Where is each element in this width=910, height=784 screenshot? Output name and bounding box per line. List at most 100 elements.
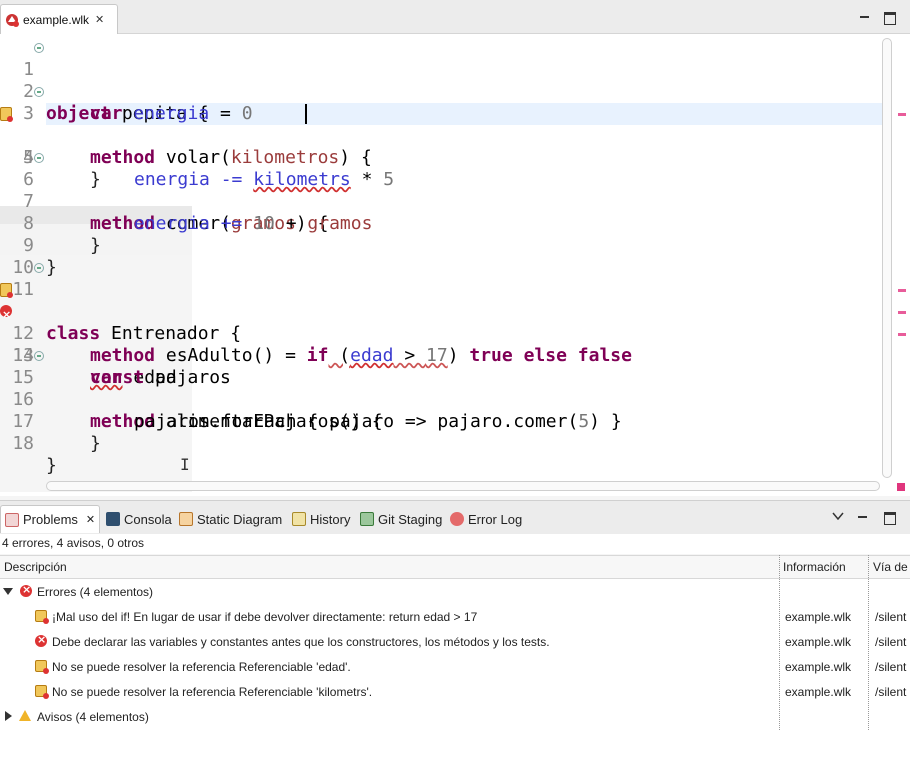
row-path: /silent xyxy=(875,635,907,649)
error-warning-marker-icon[interactable] xyxy=(0,107,13,122)
code-line: 9 } xyxy=(0,213,880,278)
code-line: 12 method esAdulto() = if (edad > 17) tr… xyxy=(0,279,880,366)
error-icon xyxy=(35,633,47,647)
code-line: 16 pajaros.forEach { pajaro => pajaro.co… xyxy=(0,367,880,432)
code-line: 7 energia += 10 + gramos xyxy=(0,169,880,234)
column-divider[interactable] xyxy=(868,555,869,730)
code-line: 10 xyxy=(0,235,880,278)
close-icon[interactable]: ✕ xyxy=(86,513,95,526)
row-description: No se puede resolver la referencia Refer… xyxy=(52,685,373,699)
fold-icon[interactable] xyxy=(34,153,44,163)
problems-icon xyxy=(5,512,19,527)
maximize-icon[interactable] xyxy=(882,10,896,25)
maximize-icon[interactable] xyxy=(882,510,896,525)
tab-console[interactable]: Consola xyxy=(102,505,176,533)
table-row[interactable]: Debe declarar las variables y constantes… xyxy=(0,629,910,654)
history-icon xyxy=(292,512,306,526)
problems-summary: 4 errores, 4 avisos, 0 otros xyxy=(0,534,910,554)
row-description: No se puede resolver la referencia Refer… xyxy=(52,660,351,674)
code-editor[interactable]: 1 object pepita { 2 var energia = 0 3 me… xyxy=(0,34,910,496)
code-line: 18 } xyxy=(0,411,880,476)
error-warning-icon xyxy=(35,610,49,624)
error-warning-icon xyxy=(35,660,49,674)
git-staging-icon xyxy=(360,512,374,526)
ibeam-cursor-icon: I xyxy=(180,455,190,474)
table-row[interactable]: No se puede resolver la referencia Refer… xyxy=(0,679,910,704)
row-resource: example.wlk xyxy=(785,660,852,674)
group-row-warnings[interactable]: Avisos (4 elementos) xyxy=(0,704,910,729)
collapsed-icon[interactable] xyxy=(5,711,12,721)
tab-error-log[interactable]: Error Log xyxy=(446,505,526,533)
row-path: /silent xyxy=(875,685,907,699)
code-line: 4 energia -= kilometrs * 5 xyxy=(0,103,880,190)
code-line: 8 } xyxy=(0,191,880,256)
error-log-icon xyxy=(450,512,464,526)
view-menu-icon[interactable] xyxy=(832,512,844,520)
column-header-description[interactable]: Descripción xyxy=(4,560,67,574)
column-divider[interactable] xyxy=(779,555,780,730)
error-icon xyxy=(20,583,32,597)
close-icon[interactable]: ✕ xyxy=(95,13,104,26)
panel-tab-bar: Problems ✕ Consola Static Diagram Histor… xyxy=(0,500,910,534)
tab-example-wlk[interactable]: example.wlk ✕ xyxy=(0,4,118,34)
tab-label: example.wlk xyxy=(23,12,90,27)
group-row-errors[interactable]: Errores (4 elementos) xyxy=(0,579,910,604)
wollok-file-icon xyxy=(6,13,19,27)
minimize-icon[interactable] xyxy=(856,510,870,524)
tab-label: History xyxy=(310,511,351,527)
overview-ruler-mark[interactable] xyxy=(898,333,906,336)
line-number: 18 xyxy=(12,433,34,454)
code-line: 14 const pajaros xyxy=(0,323,880,388)
problems-table-header: Descripción Información Vía de xyxy=(0,555,910,579)
horizontal-scrollbar[interactable] xyxy=(46,481,880,491)
warning-icon xyxy=(19,710,31,721)
row-description: Debe declarar las variables y constantes… xyxy=(52,635,550,649)
overview-ruler-mark[interactable] xyxy=(898,289,906,292)
fold-icon[interactable] xyxy=(34,43,44,53)
text-cursor xyxy=(305,104,307,124)
editor-tab-bar: example.wlk ✕ xyxy=(0,0,910,34)
tab-git-staging[interactable]: Git Staging xyxy=(356,505,446,533)
column-header-path[interactable]: Vía de xyxy=(873,560,908,574)
overview-ruler-mark[interactable] xyxy=(898,113,906,116)
code-line: 2 var energia = 0 xyxy=(0,59,880,124)
tab-problems[interactable]: Problems ✕ xyxy=(0,505,101,533)
error-marker-icon[interactable] xyxy=(0,304,12,326)
table-row[interactable]: No se puede resolver la referencia Refer… xyxy=(0,654,910,679)
row-resource: example.wlk xyxy=(785,610,852,624)
diagram-icon xyxy=(179,512,193,526)
fold-icon[interactable] xyxy=(34,351,44,361)
tab-label: Git Staging xyxy=(378,511,443,527)
tab-label: Static Diagram xyxy=(197,511,283,527)
tab-label: Consola xyxy=(124,511,172,527)
code-line: 1 object pepita { xyxy=(0,37,880,124)
code-line: 17 } xyxy=(0,389,880,454)
problems-table: Errores (4 elementos) ¡Mal uso del if! E… xyxy=(0,579,910,784)
fold-icon[interactable] xyxy=(34,263,44,273)
code-line: 11 class Entrenador { xyxy=(0,257,880,344)
code-line: 13 var edad xyxy=(0,301,880,388)
code-line: 3 method volar(kilometros) { xyxy=(0,81,880,168)
group-label: Errores (4 elementos) xyxy=(37,585,154,599)
row-resource: example.wlk xyxy=(785,685,852,699)
tab-label: Problems xyxy=(23,512,78,527)
tab-static-diagram[interactable]: Static Diagram xyxy=(175,505,286,533)
error-warning-icon xyxy=(35,685,49,699)
vertical-scrollbar[interactable] xyxy=(882,38,892,478)
row-description: ¡Mal uso del if! En lugar de usar if deb… xyxy=(52,610,478,624)
expand-icon[interactable] xyxy=(3,588,13,595)
overview-ruler-mark[interactable] xyxy=(898,311,906,314)
row-path: /silent xyxy=(875,610,907,624)
minimize-icon[interactable] xyxy=(858,10,872,24)
code-line: 5 } xyxy=(0,125,880,190)
table-row[interactable]: ¡Mal uso del if! En lugar de usar if deb… xyxy=(0,604,910,629)
group-label: Avisos (4 elementos) xyxy=(37,710,149,724)
tab-label: Error Log xyxy=(468,511,523,527)
tab-history[interactable]: History xyxy=(288,505,354,533)
fold-icon[interactable] xyxy=(34,87,44,97)
console-icon xyxy=(106,512,120,526)
error-warning-marker-icon[interactable] xyxy=(0,283,13,298)
overview-ruler-summary-icon[interactable] xyxy=(897,483,905,491)
code-line: 15 method alimentarPajaros() { xyxy=(0,345,880,432)
column-header-resource[interactable]: Información xyxy=(783,560,846,574)
